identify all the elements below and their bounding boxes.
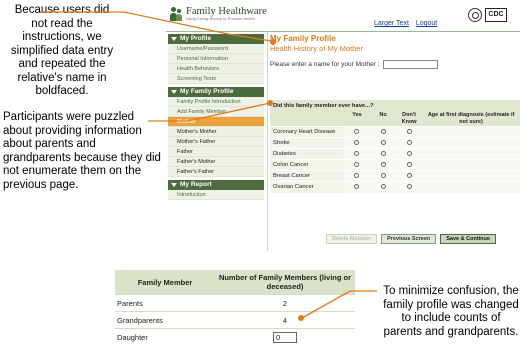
arrow-dot-middle [267, 100, 273, 106]
callout-arrows [40, 11, 377, 321]
arrow-line-top-end [227, 33, 272, 42]
arrow-dot-top [270, 39, 276, 45]
arrow-note-top [40, 11, 229, 35]
arrow-note-middle [148, 102, 271, 122]
arrow-note-bottom [301, 290, 377, 319]
arrow-dot-bottom [298, 315, 304, 321]
